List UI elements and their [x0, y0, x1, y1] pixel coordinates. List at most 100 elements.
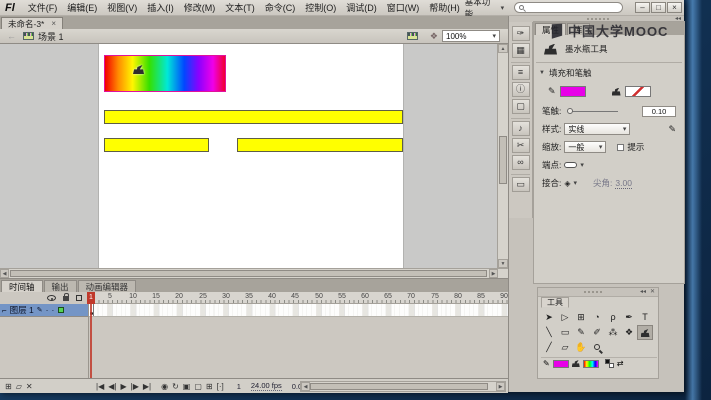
go-to-last-frame-button[interactable]: ▶| — [143, 382, 151, 391]
tab-close-icon[interactable]: × — [51, 19, 56, 28]
stage-vertical-scrollbar[interactable]: ▲ ▼ — [497, 44, 508, 268]
color-panel-icon[interactable]: ✑ — [512, 26, 530, 41]
info-panel-icon[interactable]: ⓘ — [512, 82, 530, 97]
edit-symbols-button[interactable]: ❖ — [430, 31, 438, 42]
document-tab[interactable]: 未命名-3* × — [1, 17, 63, 29]
default-colors-icon[interactable] — [605, 359, 614, 368]
scroll-left-icon[interactable]: ◀ — [301, 382, 310, 391]
layer-outline-color-swatch[interactable] — [58, 307, 64, 313]
close-panel-icon[interactable]: ✕ — [650, 288, 655, 297]
components-panel-icon[interactable]: ✂ — [512, 138, 530, 153]
selection-tool[interactable]: ➤ — [541, 310, 557, 325]
onion-outline-button[interactable]: ▢ — [194, 382, 202, 391]
miter-value[interactable]: 3.00 — [615, 178, 632, 189]
chevron-down-icon[interactable]: ▾ — [574, 179, 578, 187]
yellow-bar-right-shape[interactable] — [237, 138, 403, 152]
scroll-right-icon[interactable]: ▶ — [496, 382, 505, 391]
tab-timeline[interactable]: 时间轴 — [1, 280, 43, 292]
yellow-bar-long-shape[interactable] — [104, 110, 403, 124]
center-frame-button[interactable]: ◉ — [161, 382, 168, 391]
step-forward-button[interactable]: |▶ — [131, 382, 139, 391]
collapse-panel-icon[interactable]: ◂◂ — [640, 288, 646, 297]
motion-presets-panel-icon[interactable]: ∞ — [512, 155, 530, 170]
search-input[interactable] — [514, 2, 623, 13]
stage-horizontal-scrollbar[interactable]: ◀ ▶ — [0, 268, 508, 278]
pencil-tool[interactable]: ✎ — [573, 325, 589, 340]
join-style-icon[interactable]: ◈ — [564, 179, 570, 188]
new-folder-button[interactable]: ▱ — [16, 382, 22, 391]
scroll-down-icon[interactable]: ▼ — [498, 259, 508, 268]
close-button[interactable]: × — [667, 2, 682, 13]
tools-panel-titlebar[interactable]: ◂◂ ✕ — [538, 288, 658, 297]
deco-tool[interactable]: ❖ — [621, 325, 637, 340]
vertical-scroll-thumb[interactable] — [499, 136, 507, 184]
menu-edit[interactable]: 编辑(E) — [62, 1, 102, 14]
menu-text[interactable]: 文本(T) — [220, 1, 260, 14]
frame-ruler[interactable]: 1 5 10 15 20 25 30 35 40 45 50 55 60 65 … — [89, 292, 508, 304]
new-layer-button[interactable]: ⊞ — [5, 382, 12, 391]
slider-thumb[interactable] — [567, 108, 573, 114]
align-panel-icon[interactable]: ≡ — [512, 65, 530, 80]
back-arrow-icon[interactable]: ← — [7, 31, 16, 41]
layer-name[interactable]: 图层 1 — [10, 304, 34, 316]
step-back-button[interactable]: ◀| — [108, 382, 116, 391]
menu-debug[interactable]: 调试(D) — [341, 1, 382, 14]
subselection-tool[interactable]: ▷ — [557, 310, 573, 325]
fill-color-swatch[interactable] — [625, 86, 651, 97]
text-tool[interactable]: T — [637, 310, 653, 325]
stroke-slider[interactable] — [568, 111, 618, 112]
free-transform-tool[interactable]: ⊞ — [573, 310, 589, 325]
layer-visibility-dot[interactable]: · — [46, 305, 49, 315]
layer-frames-strip[interactable] — [89, 304, 508, 317]
zoom-tool[interactable] — [589, 340, 605, 355]
menu-view[interactable]: 视图(V) — [102, 1, 142, 14]
rectangle-tool[interactable]: ▭ — [557, 325, 573, 340]
modify-markers-button[interactable]: [·] — [217, 382, 224, 391]
eye-icon[interactable] — [47, 295, 56, 301]
menu-commands[interactable]: 命令(C) — [260, 1, 301, 14]
stage-canvas[interactable] — [98, 44, 404, 268]
menu-file[interactable]: 文件(F) — [23, 1, 63, 14]
layer-row[interactable]: ⌐ 图层 1 ✎ · · — [0, 304, 88, 317]
gradient-rectangle-shape[interactable] — [104, 55, 226, 92]
tab-tools[interactable]: 工具 — [541, 297, 569, 308]
lasso-tool[interactable]: ρ — [605, 310, 621, 325]
onion-skin-button[interactable]: ▣ — [183, 382, 191, 391]
cap-style-icon[interactable] — [564, 162, 577, 168]
play-button[interactable]: ▶ — [120, 382, 126, 391]
go-to-first-frame-button[interactable]: |◀ — [96, 382, 104, 391]
scale-select[interactable]: 一般 ▾ — [564, 141, 606, 153]
layer-lock-dot[interactable]: · — [51, 305, 54, 315]
stroke-value-field[interactable]: 0.10 — [642, 106, 676, 117]
stage-zoom-select[interactable]: 100% ▾ — [442, 30, 500, 42]
scroll-right-icon[interactable]: ▶ — [489, 269, 498, 278]
timeline-horizontal-scrollbar[interactable]: ◀ ▶ — [300, 381, 506, 392]
menu-insert[interactable]: 插入(I) — [142, 1, 179, 14]
scene-name[interactable]: 场景 1 — [38, 30, 64, 43]
tab-motion-editor[interactable]: 动画编辑器 — [78, 280, 137, 292]
line-tool[interactable]: ╲ — [541, 325, 557, 340]
tab-output[interactable]: 输出 — [44, 280, 77, 292]
eyedropper-tool[interactable]: ╱ — [541, 340, 557, 355]
eraser-tool[interactable]: ▱ — [557, 340, 573, 355]
component-inspector-panel-icon[interactable]: ▭ — [512, 177, 530, 192]
loop-button[interactable]: ↻ — [172, 382, 179, 391]
hand-tool[interactable]: ✋ — [573, 340, 589, 355]
edit-scene-button[interactable] — [407, 32, 422, 40]
edit-stroke-style-icon[interactable]: ✎ — [668, 124, 676, 135]
3d-rotation-tool[interactable]: ◔ — [589, 310, 605, 325]
minimize-button[interactable]: – — [635, 2, 650, 13]
scroll-up-icon[interactable]: ▲ — [498, 44, 508, 53]
scroll-left-icon[interactable]: ◀ — [0, 269, 9, 278]
fps-value[interactable]: 24.00 fps — [251, 381, 282, 391]
pen-tool[interactable]: ✒ — [621, 310, 637, 325]
menu-help[interactable]: 帮助(H) — [424, 1, 465, 14]
delete-layer-button[interactable]: ✕ — [26, 382, 33, 391]
brush-tool[interactable]: ✐ — [589, 325, 605, 340]
maximize-button[interactable]: □ — [651, 2, 666, 13]
stroke-color-swatch[interactable] — [560, 86, 586, 97]
tab-library[interactable]: 库 — [567, 23, 590, 35]
transform-panel-icon[interactable]: ▢ — [512, 99, 530, 114]
outline-icon[interactable] — [76, 295, 82, 301]
yellow-bar-left-shape[interactable] — [104, 138, 209, 152]
